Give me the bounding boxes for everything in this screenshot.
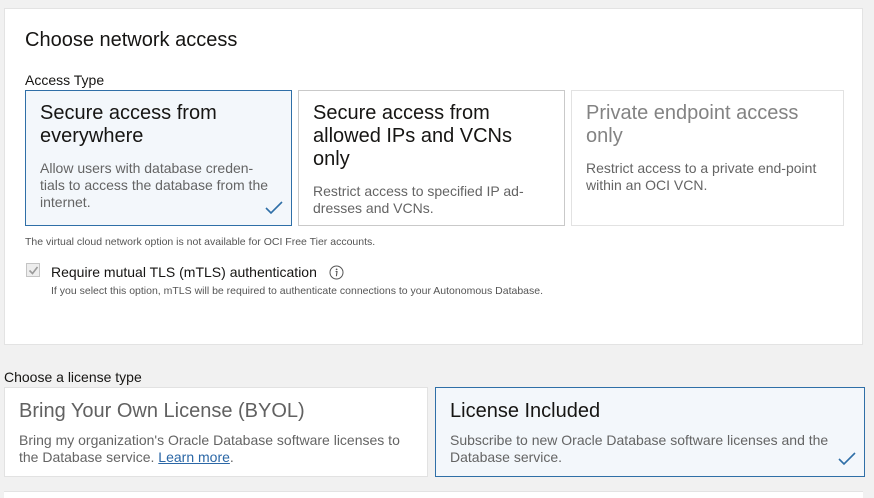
access-option-description: Allow users with database creden-tials t…: [40, 160, 269, 210]
next-section-edge: [4, 491, 863, 498]
network-access-panel: Choose network access Access Type Secure…: [4, 8, 863, 345]
vcn-note: The virtual cloud network option is not …: [25, 236, 376, 248]
panel-title: Choose network access: [25, 29, 238, 51]
info-icon[interactable]: [329, 265, 344, 280]
mtls-help-text: If you select this option, mTLS will be …: [51, 285, 544, 297]
license-option-byol[interactable]: Bring Your Own License (BYOL) Bring my o…: [4, 387, 428, 477]
checkmark-icon: [265, 201, 283, 215]
access-type-label: Access Type: [25, 72, 105, 88]
license-option-trailing: .: [229, 449, 234, 465]
license-option-title: License Included: [450, 400, 601, 422]
access-option-description: Restrict access to specified IP ad-dress…: [313, 183, 524, 216]
license-option-included[interactable]: License Included Subscribe to new Oracle…: [435, 387, 865, 477]
access-option-private-endpoint[interactable]: Private endpoint access only Restrict ac…: [571, 90, 844, 226]
license-option-description: Bring my organization's Oracle Database …: [19, 432, 415, 466]
learn-more-link[interactable]: Learn more: [158, 449, 230, 465]
access-option-everywhere[interactable]: Secure access from everywhere Allow user…: [25, 90, 292, 226]
checkbox-check-icon: [28, 266, 39, 275]
access-option-title: Secure access from everywhere: [40, 102, 217, 147]
mtls-checkbox[interactable]: [26, 263, 40, 277]
license-type-label: Choose a license type: [4, 369, 142, 385]
access-option-allowed-ips[interactable]: Secure access from allowed IPs and VCNs …: [298, 90, 565, 226]
access-option-description: Restrict access to a private end-point w…: [586, 160, 817, 193]
license-option-title: Bring Your Own License (BYOL): [19, 400, 305, 422]
license-option-description: Subscribe to new Oracle Database softwar…: [450, 432, 829, 465]
access-option-title: Secure access from allowed IPs and VCNs …: [313, 102, 512, 170]
access-option-title: Private endpoint access only: [586, 102, 799, 147]
mtls-label: Require mutual TLS (mTLS) authentication: [51, 264, 317, 280]
page: Choose network access Access Type Secure…: [0, 0, 874, 498]
checkmark-icon: [838, 452, 856, 466]
